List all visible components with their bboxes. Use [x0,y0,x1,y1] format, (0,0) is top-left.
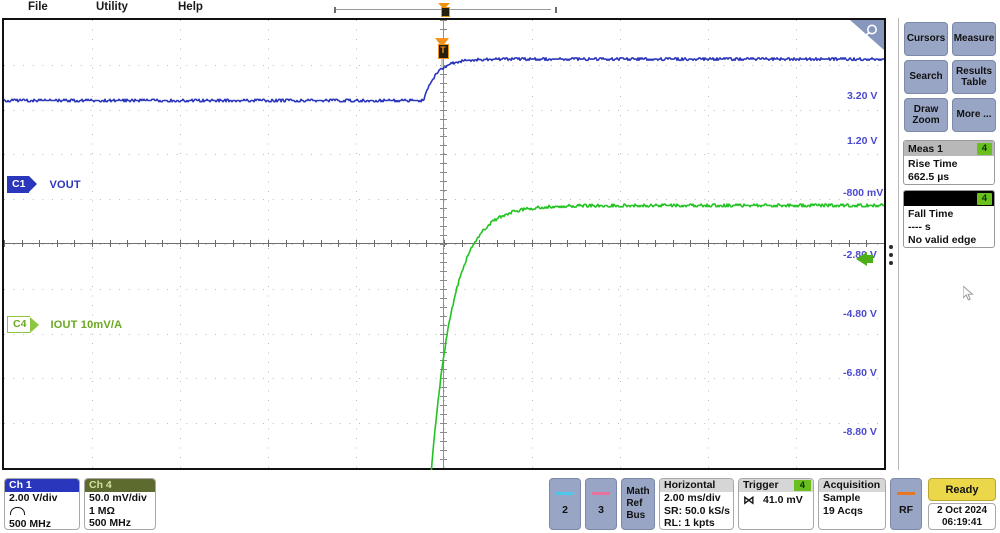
trigger-settings[interactable]: Trigger 4 ⋈ 41.0 mV [738,478,814,530]
measurement-2-header: 4 [904,191,994,206]
horizontal-position-bar[interactable] [334,3,557,17]
trigger-letter: T [440,45,446,55]
trigger-level-row: ⋈ 41.0 mV [739,492,813,507]
draw-zoom-button[interactable]: Draw Zoom [904,98,948,132]
cursors-button[interactable]: Cursors [904,22,948,56]
measurement-1-header: Meas 1 4 [904,141,994,156]
channel-1-title: Ch 1 [5,479,79,492]
horizontal-sample-rate: SR: 50.0 kS/s [664,504,730,517]
channel-4-settings[interactable]: Ch 4 50.0 mV/div 1 MΩ 500 MHz [84,478,156,530]
handle-dot [889,261,893,265]
measurement-2-value: ---- s [908,221,931,233]
side-button-row-3: Draw Zoom More ... [904,98,996,132]
channel-1-scale: 2.00 V/div [9,492,58,504]
time-text: 06:19:41 [941,516,983,528]
horizontal-scale: 2.00 ms/div [664,492,721,504]
acquisition-title: Acquisition [819,479,885,492]
results-table-button[interactable]: Results Table [952,60,996,94]
measurement-2-note: No valid edge [908,234,977,246]
more-button[interactable]: More ... [952,98,996,132]
channel-1-coupling [5,505,79,519]
ch4-ground-marker-bar [867,255,873,263]
measurement-2-type: Fall Time [908,208,954,220]
measurement-1-value: 662.5 µs [908,171,950,183]
panel-drag-handle[interactable] [889,245,893,269]
trigger-slope-icon: ⋈ [743,493,755,507]
trigger-title: Trigger [743,479,779,491]
channel-2-label: 2 [562,503,568,516]
rf-label: RF [899,503,913,516]
v-label-4: -4.80 V [843,308,877,320]
date-text: 2 Oct 2024 [936,504,988,516]
waveform-trace-ch4 [430,203,884,470]
waveform-area[interactable]: T C1 VOUT C4 IOUT 10mV/A 3.20 V 1.20 V -… [2,18,886,470]
channel-1-bandwidth: 500 MHz [9,518,52,530]
trigger-source-badge: 4 [793,480,811,491]
measurement-2-source: 4 [976,192,992,205]
channel-4-impedance: 1 MΩ [89,504,115,517]
v-label-1: 1.20 V [847,135,878,147]
zoom-corner[interactable] [850,20,884,50]
v-label-2: -800 mV [843,187,884,199]
math-ref-bus-button[interactable]: Math Ref Bus [621,478,655,530]
channel-4-title: Ch 4 [85,479,155,492]
trigger-position-handle[interactable] [438,3,450,17]
channel-1-settings[interactable]: Ch 1 2.00 V/div 500 MHz [4,478,80,530]
datetime-display: 2 Oct 2024 06:19:41 [928,503,996,530]
menu-help[interactable]: Help [178,1,203,13]
run-status-button[interactable]: Ready [928,478,996,501]
channel-3-label: 3 [598,503,604,516]
horizontal-record-length: RL: 1 kpts [664,517,715,529]
acquisition-settings[interactable]: Acquisition Sample 19 Acqs [818,478,886,530]
measurement-badge-1[interactable]: Meas 1 4 Rise Time 662.5 µs [903,140,995,185]
handle-dot [889,253,893,257]
measurement-1-source: 4 [976,142,992,155]
trigger-handle-box [440,7,450,17]
trigger-level: 41.0 mV [763,494,803,506]
channel-2-color-bar [556,492,574,495]
trigger-marker[interactable]: T [435,38,449,68]
bottom-status-bar: Ch 1 2.00 V/div 500 MHz Ch 4 50.0 mV/div… [0,472,1000,533]
channel-4-scale: 50.0 mV/div [89,492,147,504]
menu-file[interactable]: File [28,1,48,13]
rf-button[interactable]: RF [890,478,922,530]
side-button-row-1: Cursors Measure [904,22,996,56]
oscilloscope-screen: File Utility Help T C1 VOUT C4 IOUT 10mV… [0,0,1000,533]
channel-2-button[interactable]: 2 [549,478,581,530]
horizontal-settings[interactable]: Horizontal 2.00 ms/div SR: 50.0 kS/s RL:… [659,478,734,530]
waveform-svg [3,57,884,470]
channel-badge-c1[interactable]: C1 VOUT [7,176,81,193]
channel-label-iout: IOUT 10mV/A [50,318,123,331]
channel-4-bandwidth: 500 MHz [89,517,132,529]
rf-color-bar [897,492,915,495]
magnifier-icon [861,24,877,40]
channel-3-button[interactable]: 3 [585,478,617,530]
measure-button[interactable]: Measure [952,22,996,56]
v-label-0: 3.20 V [847,90,878,102]
measurement-1-title: Meas 1 [908,142,944,155]
trigger-badge: T [437,44,449,59]
measurement-1-type: Rise Time [908,158,958,170]
channel-badge-c1-tag: C1 [7,176,39,193]
v-label-5: -6.80 V [843,367,877,379]
mouse-cursor-icon [963,286,974,301]
acquisition-mode: Sample [823,492,861,504]
horizontal-title: Horizontal [660,479,733,492]
channel-badge-c4[interactable]: C4 IOUT 10mV/A [7,316,122,333]
channel-badge-c4-tag: C4 [7,316,41,333]
trigger-title-row: Trigger 4 [739,479,813,492]
menu-utility[interactable]: Utility [96,1,128,13]
handle-dot [889,245,893,249]
acquisition-count: 19 Acqs [823,504,863,517]
ac-coupling-icon [10,506,25,515]
ch4-ground-marker-icon[interactable] [856,252,867,266]
side-control-panel: Cursors Measure Search Results Table Dra… [898,18,998,470]
channel-label-vout: VOUT [49,178,81,191]
search-button[interactable]: Search [904,60,948,94]
side-button-row-2: Search Results Table [904,60,996,94]
channel-3-color-bar [592,492,610,495]
v-label-6: -8.80 V [843,426,877,438]
measurement-badge-2[interactable]: 4 Fall Time ---- s No valid edge [903,190,995,248]
